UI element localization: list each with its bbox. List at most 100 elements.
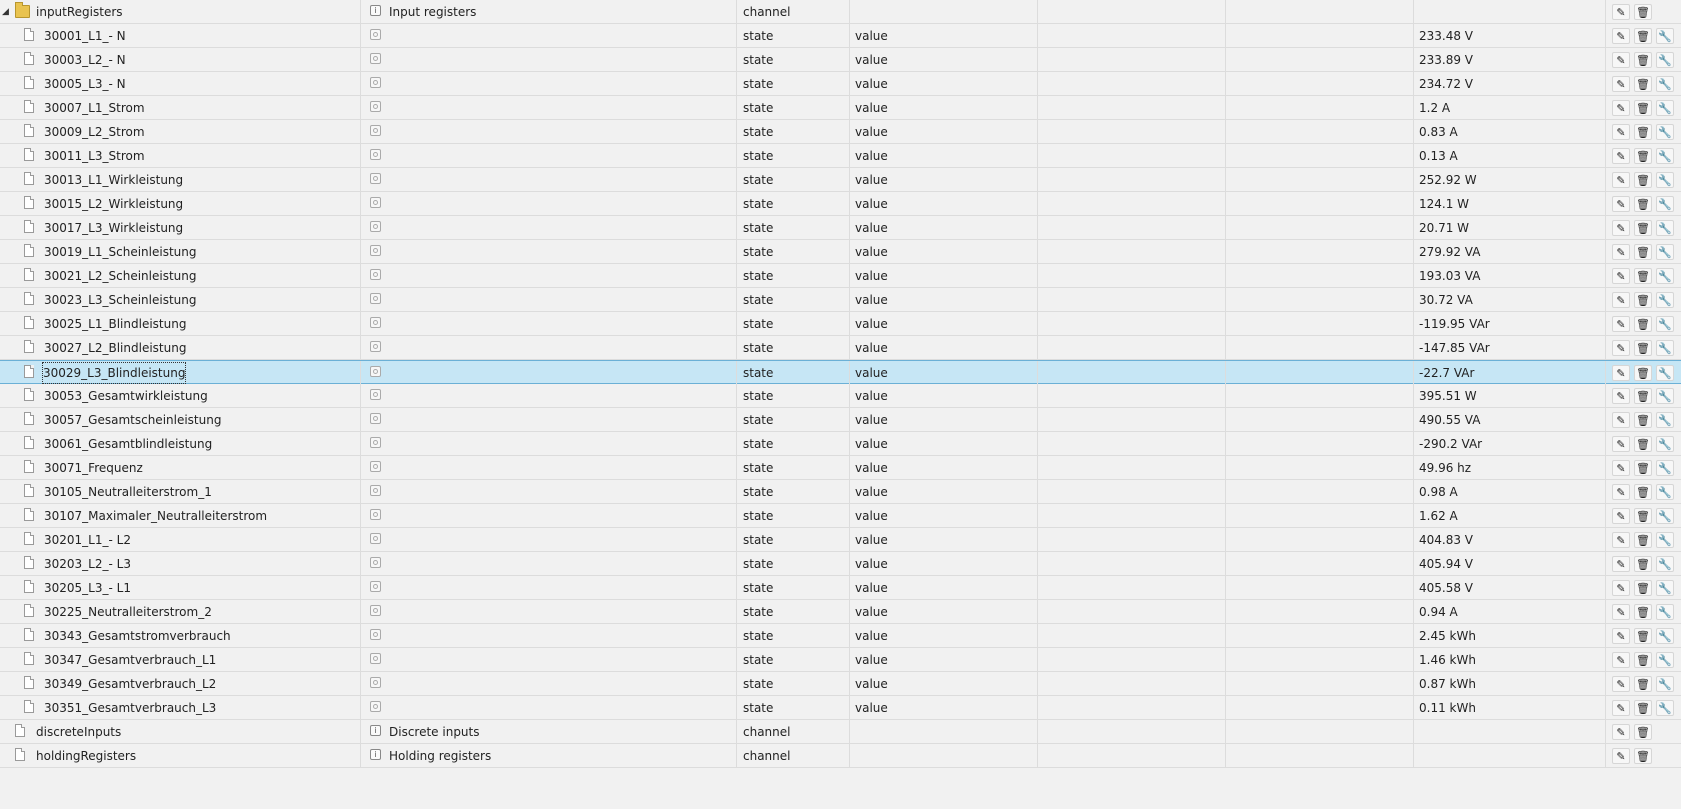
- pencil-icon[interactable]: ✎: [1612, 484, 1630, 500]
- pencil-icon[interactable]: ✎: [1612, 100, 1630, 116]
- trash-icon[interactable]: 🗑: [1634, 676, 1652, 692]
- trash-icon[interactable]: 🗑: [1634, 148, 1652, 164]
- pencil-icon[interactable]: ✎: [1612, 268, 1630, 284]
- pencil-icon[interactable]: ✎: [1612, 52, 1630, 68]
- wrench-icon[interactable]: 🔧: [1656, 268, 1674, 284]
- pencil-icon[interactable]: ✎: [1612, 700, 1630, 716]
- tree-row-state[interactable]: 30029_L3_Blindleistung state value -22.7 VA…: [0, 360, 1681, 385]
- tree-row-state[interactable]: 30005_L3_- Nstate value 234.72 V ✎ 🗑 🔧: [0, 72, 1681, 96]
- trash-icon[interactable]: 🗑: [1634, 532, 1652, 548]
- wrench-icon[interactable]: 🔧: [1656, 556, 1674, 572]
- tree-row-channel[interactable]: holdingRegisters i Holding registers channe…: [0, 744, 1681, 768]
- pencil-icon[interactable]: ✎: [1612, 124, 1630, 140]
- wrench-icon[interactable]: 🔧: [1656, 148, 1674, 164]
- tree-row-state[interactable]: 30013_L1_Wirkleistung state value 252.92 W ✎…: [0, 168, 1681, 192]
- wrench-icon[interactable]: 🔧: [1656, 292, 1674, 308]
- pencil-icon[interactable]: ✎: [1612, 365, 1630, 381]
- pencil-icon[interactable]: ✎: [1612, 220, 1630, 236]
- pencil-icon[interactable]: ✎: [1612, 76, 1630, 92]
- wrench-icon[interactable]: 🔧: [1656, 76, 1674, 92]
- tree-row-state[interactable]: 30007_L1_Strom state value 1.2 A ✎ 🗑 🔧: [0, 96, 1681, 120]
- pencil-icon[interactable]: ✎: [1612, 604, 1630, 620]
- wrench-icon[interactable]: 🔧: [1656, 460, 1674, 476]
- pencil-icon[interactable]: ✎: [1612, 196, 1630, 212]
- pencil-icon[interactable]: ✎: [1612, 556, 1630, 572]
- wrench-icon[interactable]: 🔧: [1656, 172, 1674, 188]
- tree-row-state[interactable]: 30027_L2_Blindleistung state value -147.85 …: [0, 336, 1681, 360]
- tree-row-state[interactable]: 30061_Gesamtblindleistung state value -290.…: [0, 432, 1681, 456]
- wrench-icon[interactable]: 🔧: [1656, 316, 1674, 332]
- pencil-icon[interactable]: ✎: [1612, 532, 1630, 548]
- trash-icon[interactable]: 🗑: [1634, 700, 1652, 716]
- trash-icon[interactable]: 🗑: [1634, 604, 1652, 620]
- trash-icon[interactable]: 🗑: [1634, 316, 1652, 332]
- pencil-icon[interactable]: ✎: [1612, 460, 1630, 476]
- tree-row-state[interactable]: 30347_Gesamtverbrauch_L1 state value 1.46 k…: [0, 648, 1681, 672]
- tree-row-state[interactable]: 30071_Frequenz state value 49.96 hz ✎ 🗑 🔧: [0, 456, 1681, 480]
- wrench-icon[interactable]: 🔧: [1656, 220, 1674, 236]
- pencil-icon[interactable]: ✎: [1612, 292, 1630, 308]
- tree-row-state[interactable]: 30053_Gesamtwirkleistung state value 395.51…: [0, 384, 1681, 408]
- trash-icon[interactable]: 🗑: [1634, 220, 1652, 236]
- wrench-icon[interactable]: 🔧: [1656, 196, 1674, 212]
- wrench-icon[interactable]: 🔧: [1656, 436, 1674, 452]
- tree-row-state[interactable]: 30015_L2_Wirkleistung state value 124.1 W ✎ 🗑…: [0, 192, 1681, 216]
- wrench-icon[interactable]: 🔧: [1656, 124, 1674, 140]
- pencil-icon[interactable]: ✎: [1612, 172, 1630, 188]
- trash-icon[interactable]: 🗑: [1634, 268, 1652, 284]
- trash-icon[interactable]: 🗑: [1634, 196, 1652, 212]
- tree-row-state[interactable]: 30017_L3_Wirkleistung state value 20.71 W ✎ 🗑…: [0, 216, 1681, 240]
- tree-row-state[interactable]: 30021_L2_Scheinleistung state value 193.03 …: [0, 264, 1681, 288]
- trash-icon[interactable]: 🗑: [1634, 52, 1652, 68]
- trash-icon[interactable]: 🗑: [1634, 628, 1652, 644]
- wrench-icon[interactable]: 🔧: [1656, 484, 1674, 500]
- tree-row-state[interactable]: 30009_L2_Strom state value 0.83 A ✎ 🗑 🔧: [0, 120, 1681, 144]
- pencil-icon[interactable]: ✎: [1612, 724, 1630, 740]
- tree-row-state[interactable]: 30003_L2_- Nstate value 233.89 V ✎ 🗑 🔧: [0, 48, 1681, 72]
- pencil-icon[interactable]: ✎: [1612, 148, 1630, 164]
- wrench-icon[interactable]: 🔧: [1656, 388, 1674, 404]
- pencil-icon[interactable]: ✎: [1612, 436, 1630, 452]
- wrench-icon[interactable]: 🔧: [1656, 412, 1674, 428]
- pencil-icon[interactable]: ✎: [1612, 28, 1630, 44]
- wrench-icon[interactable]: 🔧: [1656, 532, 1674, 548]
- wrench-icon[interactable]: 🔧: [1656, 676, 1674, 692]
- trash-icon[interactable]: 🗑: [1634, 340, 1652, 356]
- tree-row-state[interactable]: 30011_L3_Strom state value 0.13 A ✎ 🗑 🔧: [0, 144, 1681, 168]
- pencil-icon[interactable]: ✎: [1612, 4, 1630, 20]
- trash-icon[interactable]: 🗑: [1634, 365, 1652, 381]
- pencil-icon[interactable]: ✎: [1612, 676, 1630, 692]
- tree-row-state[interactable]: 30201_L1_- L2 state value 404.83 V ✎ 🗑 🔧: [0, 528, 1681, 552]
- wrench-icon[interactable]: 🔧: [1656, 580, 1674, 596]
- tree-row-folder[interactable]: ◢ inputRegisters i Input registers chann…: [0, 0, 1681, 24]
- tree-row-state[interactable]: 30057_Gesamtscheinleistung state value 490.…: [0, 408, 1681, 432]
- wrench-icon[interactable]: 🔧: [1656, 652, 1674, 668]
- trash-icon[interactable]: 🗑: [1634, 4, 1652, 20]
- tree-row-state[interactable]: 30203_L2_- L3 state value 405.94 V ✎ 🗑 🔧: [0, 552, 1681, 576]
- trash-icon[interactable]: 🗑: [1634, 436, 1652, 452]
- wrench-icon[interactable]: 🔧: [1656, 365, 1674, 381]
- trash-icon[interactable]: 🗑: [1634, 100, 1652, 116]
- pencil-icon[interactable]: ✎: [1612, 340, 1630, 356]
- trash-icon[interactable]: 🗑: [1634, 460, 1652, 476]
- pencil-icon[interactable]: ✎: [1612, 244, 1630, 260]
- tree-row-state[interactable]: 30343_Gesamtstromverbrauch state value 2.45…: [0, 624, 1681, 648]
- wrench-icon[interactable]: 🔧: [1656, 628, 1674, 644]
- tree-row-state[interactable]: 30225_Neutralleiterstrom_2 state value 0.94…: [0, 600, 1681, 624]
- tree-row-state[interactable]: 30001_L1_- Nstate value 233.48 V ✎ 🗑 🔧: [0, 24, 1681, 48]
- wrench-icon[interactable]: 🔧: [1656, 340, 1674, 356]
- pencil-icon[interactable]: ✎: [1612, 412, 1630, 428]
- pencil-icon[interactable]: ✎: [1612, 388, 1630, 404]
- pencil-icon[interactable]: ✎: [1612, 580, 1630, 596]
- wrench-icon[interactable]: 🔧: [1656, 100, 1674, 116]
- pencil-icon[interactable]: ✎: [1612, 316, 1630, 332]
- wrench-icon[interactable]: 🔧: [1656, 244, 1674, 260]
- wrench-icon[interactable]: 🔧: [1656, 700, 1674, 716]
- tree-row-state[interactable]: 30205_L3_- L1 state value 405.58 V ✎ 🗑 🔧: [0, 576, 1681, 600]
- tree-row-state[interactable]: 30105_Neutralleiterstrom_1 state value 0.98…: [0, 480, 1681, 504]
- trash-icon[interactable]: 🗑: [1634, 76, 1652, 92]
- pencil-icon[interactable]: ✎: [1612, 652, 1630, 668]
- wrench-icon[interactable]: 🔧: [1656, 28, 1674, 44]
- trash-icon[interactable]: 🗑: [1634, 28, 1652, 44]
- tree-row-state[interactable]: 30023_L3_Scheinleistung state value 30.72 V…: [0, 288, 1681, 312]
